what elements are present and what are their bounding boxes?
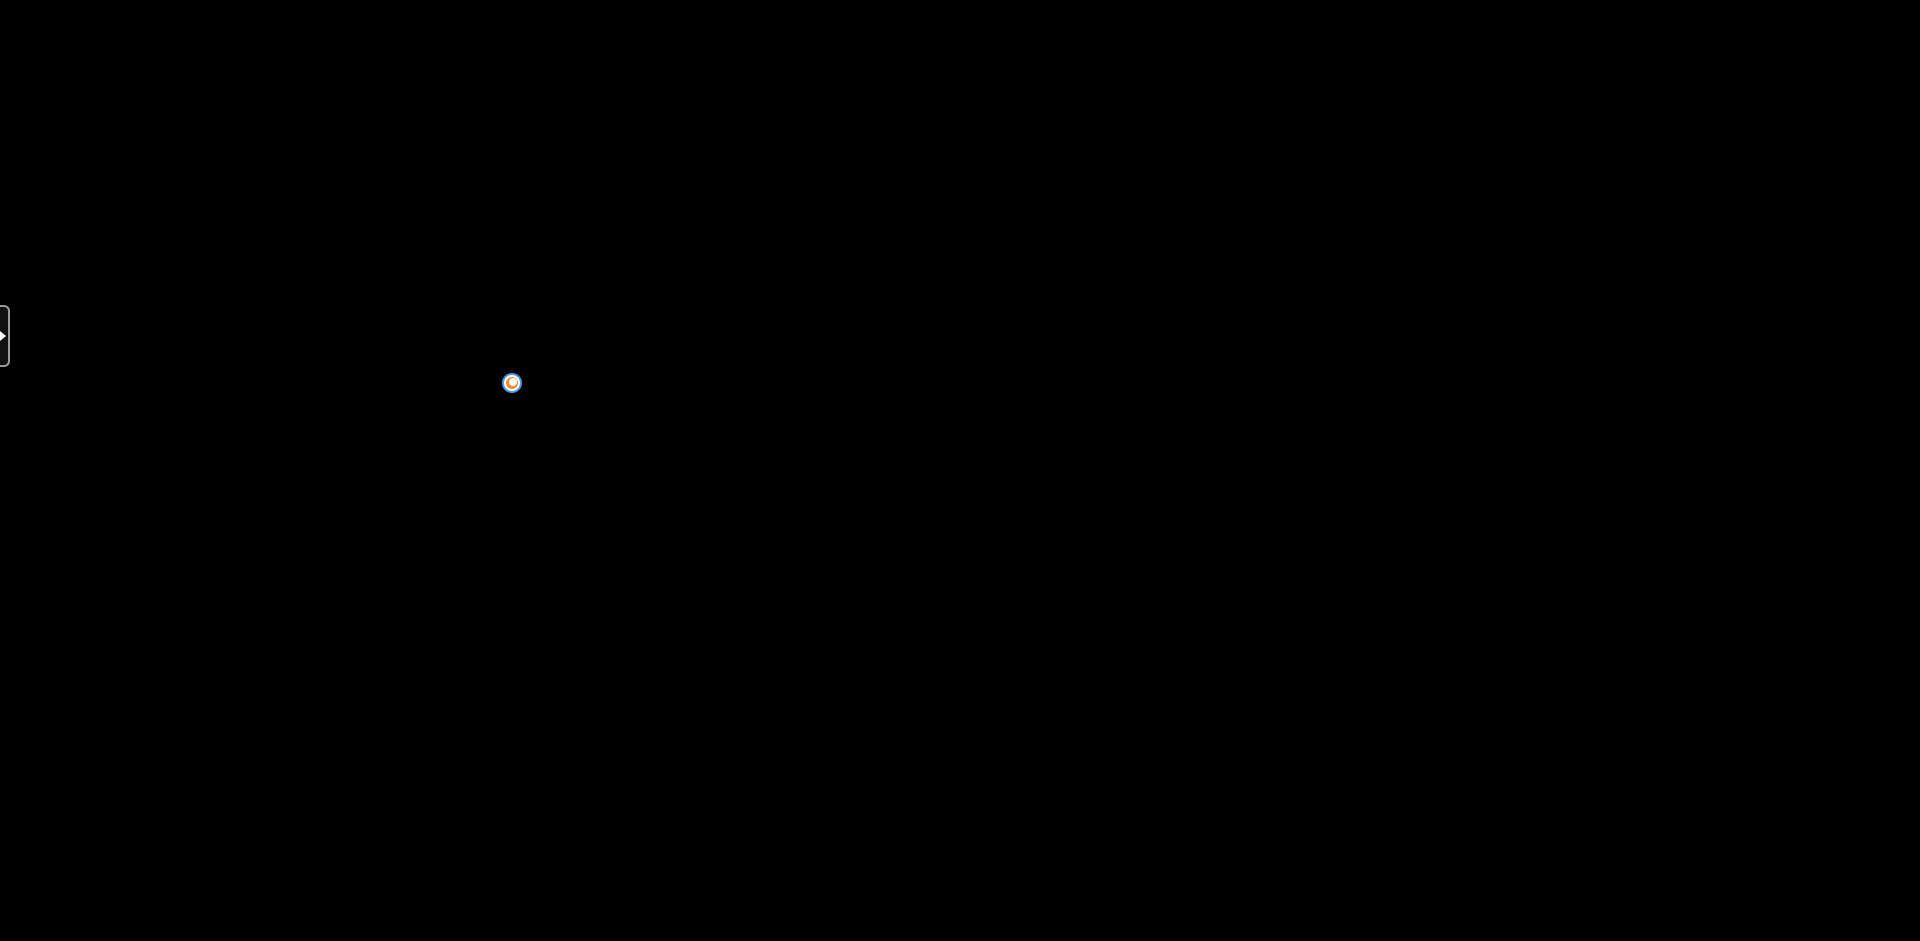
cursor-dot-svg	[502, 373, 522, 393]
cursor-dot-icon[interactable]	[501, 372, 523, 394]
chevron-right-icon	[0, 331, 6, 341]
blank-screen	[0, 0, 1920, 941]
cursor-dot-highlight	[509, 378, 517, 386]
sidebar-toggle-button[interactable]	[0, 305, 10, 367]
